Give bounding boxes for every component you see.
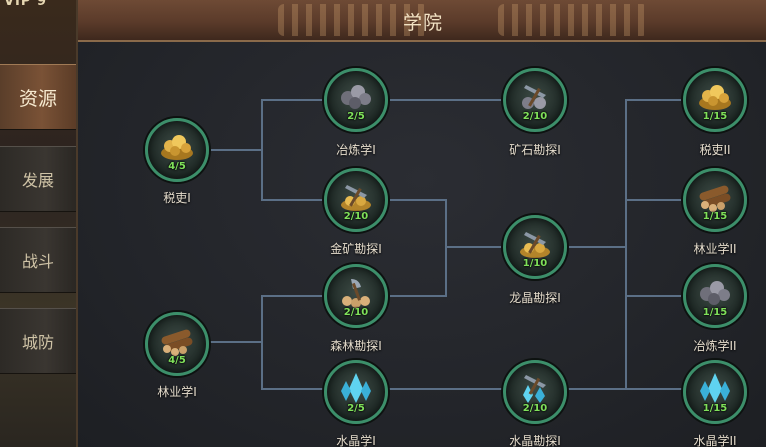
tech-name: 冶炼学II xyxy=(693,339,737,353)
pickaxe-gold-icon xyxy=(341,185,371,211)
tech-node-dragon-crystal-prospecting-1[interactable]: 1/10 xyxy=(503,215,567,279)
tech-level: 4/5 xyxy=(168,161,186,172)
crystal-icon xyxy=(700,373,730,403)
vip-text: VIP 9 xyxy=(4,0,47,9)
tab-combat[interactable]: 战斗 xyxy=(0,227,76,293)
ore-pile-icon xyxy=(700,281,730,305)
pickaxe-ore-icon xyxy=(522,85,546,109)
tech-node-gold-prospecting-1[interactable]: 2/10 xyxy=(324,168,388,232)
tab-label: 城防 xyxy=(21,333,54,352)
tech-node-crystal-prospecting-1[interactable]: 2/10 xyxy=(503,360,567,424)
tech-name: 矿石勘探I xyxy=(509,143,561,157)
tech-level: 1/10 xyxy=(522,258,548,269)
tab-label: 资源 xyxy=(18,87,57,110)
tech-name: 税吏II xyxy=(699,143,731,157)
tech-name: 冶炼学I xyxy=(336,143,376,157)
tech-level: 1/15 xyxy=(702,111,728,122)
tech-node-tax-collector-2[interactable]: 1/15 xyxy=(683,68,747,132)
tech-level: 2/5 xyxy=(347,111,365,122)
crystal-icon xyxy=(341,373,371,403)
tech-name: 森林勘探I xyxy=(330,339,382,353)
tech-level: 2/10 xyxy=(343,211,369,222)
tech-name: 林业学II xyxy=(693,242,737,256)
axe-logs-icon xyxy=(342,279,370,308)
tech-node-crystal-2[interactable]: 1/15 xyxy=(683,360,747,424)
tab-resources[interactable]: 资源 xyxy=(0,64,76,130)
tech-name: 水晶学II xyxy=(693,434,737,447)
tech-level: 2/5 xyxy=(347,403,365,414)
gold-pile-icon xyxy=(699,85,731,110)
tech-name: 金矿勘探I xyxy=(330,242,382,256)
tech-name: 水晶学I xyxy=(336,434,376,447)
tech-level: 1/15 xyxy=(702,307,728,318)
tech-node-forestry-1[interactable]: 4/5 xyxy=(145,312,209,376)
tech-name: 税吏I xyxy=(163,191,191,205)
tech-level: 1/15 xyxy=(702,211,728,222)
pickaxe-crystal-icon xyxy=(523,375,546,403)
tech-node-crystal-1[interactable]: 2/5 xyxy=(324,360,388,424)
tab-city-defense[interactable]: 城防 xyxy=(0,308,76,374)
tech-name: 林业学I xyxy=(157,385,197,399)
tech-tree-connectors xyxy=(209,99,683,390)
tech-level: 2/10 xyxy=(522,111,548,122)
logs-icon xyxy=(161,329,193,356)
tech-level: 2/10 xyxy=(343,307,369,318)
logs-icon xyxy=(699,185,731,212)
tab-label: 战斗 xyxy=(21,252,54,271)
tech-level: 4/5 xyxy=(168,355,186,366)
tab-label: 发展 xyxy=(21,171,54,190)
tech-node-smelting-2[interactable]: 1/15 xyxy=(683,264,747,328)
ore-pile-icon xyxy=(341,85,371,109)
tech-node-forest-prospecting-1[interactable]: 2/10 xyxy=(324,264,388,328)
tech-node-smelting-1[interactable]: 2/5 xyxy=(324,68,388,132)
gold-pile-icon xyxy=(161,135,193,160)
tab-development[interactable]: 发展 xyxy=(0,146,76,212)
pickaxe-gold-icon xyxy=(520,232,550,258)
tech-name: 龙晶勘探I xyxy=(509,291,561,305)
academy-panel: 学院 4/5 税吏I 4/5 林业学I 2/5 冶炼学I 2/10 金矿勘探I … xyxy=(76,0,766,447)
tech-level: 2/10 xyxy=(522,403,548,414)
tech-node-forestry-2[interactable]: 1/15 xyxy=(683,168,747,232)
vip-badge[interactable]: VIP 9 xyxy=(4,0,47,9)
tech-node-ore-prospecting-1[interactable]: 2/10 xyxy=(503,68,567,132)
tech-node-tax-collector-1[interactable]: 4/5 xyxy=(145,118,209,182)
tech-level: 1/15 xyxy=(702,403,728,414)
tech-name: 水晶勘探I xyxy=(509,434,561,447)
